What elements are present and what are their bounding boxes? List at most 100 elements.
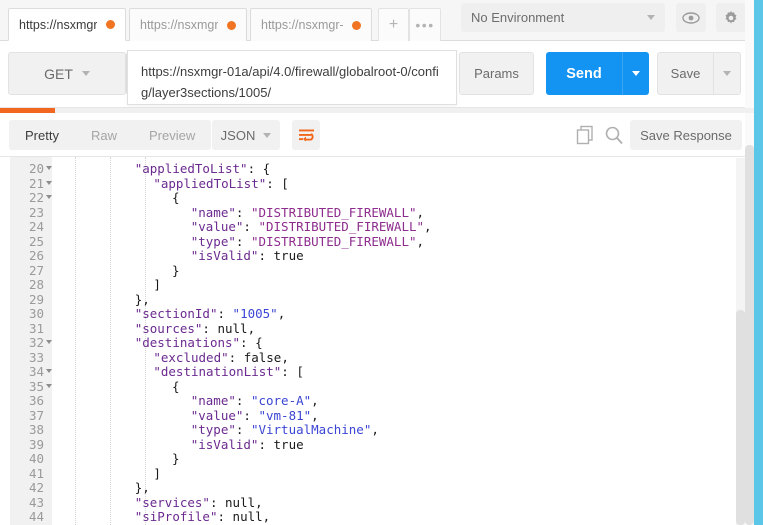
code-token: ,	[371, 422, 379, 437]
save-response-button[interactable]: Save Response	[630, 120, 742, 150]
code-line-text: "value": "DISTRIBUTED_FIREWALL",	[191, 219, 432, 235]
code-line-number: 34	[28, 364, 44, 379]
code-line-text: ]	[153, 277, 161, 293]
code-fold-triangle-icon[interactable]	[46, 166, 52, 170]
code-fold-triangle-icon[interactable]	[46, 180, 52, 185]
code-token: :	[258, 248, 274, 263]
environment-select-label: No Environment	[471, 10, 565, 25]
code-line-number: 33	[28, 349, 44, 365]
code-token: :	[217, 509, 233, 524]
code-line: 32 "destinations": {	[0, 335, 754, 351]
code-line: 38 "type": "VirtualMachine",	[0, 422, 754, 438]
code-lines-container: 20 "appliedToList": {21 "appliedToList": […	[0, 161, 754, 525]
search-response-button[interactable]	[604, 125, 624, 145]
code-line-text: "appliedToList": [	[153, 176, 288, 192]
code-token: :	[235, 393, 251, 408]
code-line-text: "name": "DISTRIBUTED_FIREWALL",	[190, 204, 425, 221]
code-token: :	[258, 436, 274, 452]
code-line-number: 28	[28, 277, 44, 292]
code-line-number: 41	[28, 465, 44, 481]
code-line-number: 27	[28, 262, 44, 278]
save-request-button[interactable]: Save	[657, 52, 713, 95]
code-line: 33 "excluded": false,	[0, 349, 754, 366]
code-token: "DISTRIBUTED_FIREWALL"	[250, 204, 417, 220]
code-token: ,	[424, 219, 432, 234]
code-token: ,	[277, 306, 286, 321]
code-line-number: 30	[28, 306, 44, 321]
code-fold-triangle-icon[interactable]	[46, 195, 52, 199]
code-token: ]	[153, 465, 161, 481]
code-line-number: 21	[28, 175, 44, 191]
code-line-number: 36	[28, 393, 44, 408]
response-format-select[interactable]: JSON	[212, 120, 280, 150]
settings-button[interactable]	[716, 3, 746, 32]
send-options-button[interactable]	[622, 52, 649, 95]
code-token: "DISTRIBUTED_FIREWALL"	[258, 219, 425, 234]
code-token: true	[273, 248, 304, 263]
code-line: 37 "value": "vm-81",	[0, 407, 754, 424]
chevron-down-icon	[263, 132, 272, 138]
code-token: "sectionId"	[134, 306, 218, 321]
code-line: 39 "isValid": true	[0, 436, 754, 453]
code-line-text: "type": "DISTRIBUTED_FIREWALL",	[191, 234, 424, 250]
code-fold-triangle-icon[interactable]	[46, 340, 52, 344]
code-line: 30 "sectionId": "1005",	[0, 306, 754, 322]
page-scrollbar-thumb[interactable]	[745, 145, 754, 525]
copy-response-button[interactable]	[576, 125, 595, 145]
http-method-select[interactable]: GET	[8, 52, 126, 95]
response-scrollbar-thumb[interactable]	[736, 310, 745, 525]
code-token: ,	[416, 204, 425, 220]
code-line-number: 26	[28, 248, 44, 263]
code-token: ,	[311, 407, 319, 423]
code-line: 43 "services": null,	[0, 494, 754, 511]
code-line-text: {	[172, 379, 180, 395]
code-line-text: {	[172, 190, 180, 206]
save-options-button[interactable]	[713, 52, 741, 95]
code-token: "vm-81"	[258, 407, 312, 423]
code-fold-triangle-icon[interactable]	[46, 383, 52, 388]
code-line-number: 35	[28, 378, 44, 394]
code-line: 22 {	[0, 190, 754, 206]
tab-pretty[interactable]: Pretty	[9, 120, 75, 150]
tab-preview[interactable]: Preview	[133, 120, 211, 150]
code-line: 41]	[0, 465, 754, 482]
code-token: "isValid"	[190, 436, 259, 452]
code-token: : [	[281, 364, 304, 379]
code-token: true	[273, 436, 304, 452]
code-token: "name"	[190, 204, 236, 220]
code-line-text: "appliedToList": {	[135, 161, 270, 177]
code-line-text: }	[172, 263, 180, 279]
code-token: :	[243, 407, 259, 423]
code-line-text: "type": "VirtualMachine",	[191, 422, 379, 438]
request-tab-1[interactable]: https://nsxmgr-	[8, 8, 126, 41]
tab-options-button[interactable]: •••	[409, 8, 441, 41]
tab-raw[interactable]: Raw	[75, 120, 133, 150]
word-wrap-toggle-button[interactable]	[292, 120, 320, 150]
send-button[interactable]: Send	[546, 52, 622, 95]
code-line-text: "sources": null,	[135, 320, 255, 337]
environment-select[interactable]: No Environment	[461, 3, 665, 32]
code-token: "1005"	[232, 306, 278, 321]
response-body-code-viewer[interactable]: 20 "appliedToList": {21 "appliedToList": […	[0, 157, 754, 525]
code-line: 29},	[0, 291, 754, 308]
unsaved-indicator-dot	[352, 20, 361, 30]
code-line-number: 42	[28, 480, 44, 495]
code-line-number: 39	[28, 436, 44, 452]
http-method-label: GET	[44, 65, 73, 82]
request-tab-3-title: https://nsxmgr-	[261, 18, 343, 32]
request-tab-1-title: https://nsxmgr-	[19, 17, 97, 32]
new-tab-button[interactable]: +	[378, 8, 409, 41]
code-token: :	[202, 320, 218, 336]
gear-icon	[725, 10, 737, 24]
request-tab-bar: https://nsxmgr- https://nsxmgr- https://…	[0, 0, 754, 41]
request-tab-2[interactable]: https://nsxmgr-	[129, 8, 247, 41]
request-tab-3[interactable]: https://nsxmgr-	[250, 8, 372, 41]
code-token: },	[134, 291, 150, 307]
environment-quick-look-button[interactable]	[676, 3, 706, 32]
code-token: : {	[240, 335, 263, 350]
params-button[interactable]: Params	[459, 52, 534, 95]
code-fold-triangle-icon[interactable]	[46, 369, 52, 373]
code-token: "excluded"	[153, 349, 229, 365]
unsaved-indicator-dot	[227, 20, 236, 30]
code-line-number: 43	[28, 494, 44, 510]
